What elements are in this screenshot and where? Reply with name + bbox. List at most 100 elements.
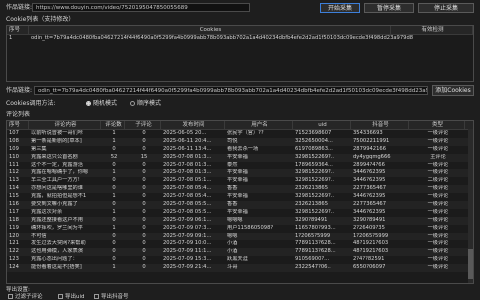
cell-reply-count: 1 [112,264,116,271]
col-type[interactable]: 类型 [409,121,465,129]
cell-sub-comment: 0 [142,256,146,263]
cell-douyin-id: 48?1921?603 [353,248,389,255]
cell-username: 平安幸福 [227,153,248,160]
table-row[interactable]: 108 第一条是新剧的[草本] 1 0 2025-06-11 20:4... 司悦 3252… [7,137,473,146]
comment-scrollbar-thumb[interactable] [468,249,473,279]
cell-type: 一级评论 [427,185,449,192]
table-row[interactable]: 110 克露来这只公首名剧 52 15 2025-07-08 01:3... 平安幸福 32… [7,153,473,162]
cell-index: 118 [9,216,19,223]
cell-username: 平安幸福 [227,169,248,176]
url-input[interactable]: https://www.douyin.com/video/75201950478… [32,3,250,12]
cell-sub-comment: 0 [142,201,146,208]
cell-index: 110 [9,153,19,160]
table-row[interactable]: 117 克露这次对余 1 0 2025-07-08 05:5... 平安幸福 3298152… [7,209,473,217]
table-row[interactable]: 124 能份看着这是不[捂笑] 1 0 2025-07-09 21:4... 斗哥 2322… [7,264,473,273]
cell-douyin-id: 354336693 [353,130,383,136]
cookie-col-index[interactable]: 序号 [7,26,29,34]
checkbox-icon [8,294,13,299]
col-sub-comment[interactable]: 子评论 [125,121,161,129]
table-row[interactable]: 123 克露心态出问题了： 0 0 2025-07-09 15:3... 跃黑天涯 9105… [7,256,473,264]
cookie-row[interactable]: 1 odin_tt=7b79a4dc0480fba04627214f44f649… [7,35,473,43]
stop-collect-button[interactable]: 停止采集 [418,3,474,13]
cell-time: 2025-06-11 13:4... [163,145,212,152]
cell-reply-count: 1 [112,169,116,176]
cell-type: 一级评论 [427,216,449,223]
filter-sub-comment-checkbox[interactable]: 过滤子评论 [8,294,43,300]
export-uid-checkbox[interactable]: 导出uid [58,294,85,300]
cell-reply-count: 1 [112,208,116,215]
cell-uid: 1165780?993... [295,224,336,231]
cell-uid: 1789659364... [295,161,333,168]
cell-index: 111 [9,161,19,168]
cell-type: 一级评论 [427,130,449,136]
table-row[interactable]: 114 亦想问这是啥哪里的谁 0 0 2025-07-08 05:4... 香香 23262… [7,185,473,194]
table-row[interactable]: 115 克露，就拍拍但是想不1 1 0 2025-07-08 05:4... 平安幸福 32… [7,193,473,201]
cell-time: 2025-07-08 01:3... [163,153,212,160]
cookie-row-value: odin_tt=7b79a4dc0480fba04627214f44f6490a… [31,35,414,41]
cell-type: 一级评论 [427,208,449,215]
cell-uid: 3298152269?.. [295,169,335,176]
export-douyin-id-checkbox[interactable]: 导出抖音号 [94,294,129,300]
cookie-col-valid[interactable]: 有效检测 [391,26,473,34]
start-collect-button[interactable]: 开始采集 [320,3,360,13]
cell-username: 平安幸福 [227,193,248,200]
cookie-input[interactable]: odin_tt=7b79a4dc0480fba04627214f44f6490a… [34,86,428,95]
cell-type: 一级评论 [427,232,449,239]
comment-scrollbar[interactable] [468,129,473,283]
col-username[interactable]: 用户名 [225,121,293,129]
cell-time: 2025-07-09 09:1... [163,232,212,239]
table-row[interactable]: 121 发生过去大突网?来帮助 0 0 2025-07-09 10:0... 小酒 7789… [7,240,473,248]
cell-type: 一级评论 [427,256,449,263]
cell-uid: 3298152269?.. [295,177,335,184]
table-row[interactable]: 116 要交到文嘛小克露了 0 0 2025-07-08 05:5... 香香 232621… [7,201,473,209]
cell-uid: 1?2065?5999 [295,232,331,239]
cell-reply-count: 1 [112,193,116,200]
col-reply-count[interactable]: 评论数 [101,121,125,129]
table-row[interactable]: 119 确环挥吹，罗兰间为平 1 0 2025-07-09 07:3... 用户11586… [7,225,473,233]
col-douyin-id[interactable]: 抖音号 [351,121,409,129]
checkbox-icon [58,294,63,299]
cell-content: 羊三全工具户一方方! [31,177,80,184]
col-time[interactable]: 发布时间 [161,121,225,129]
col-content[interactable]: 评论内容 [29,121,101,129]
cell-time: 2025-07-08 05:5... [163,208,212,215]
cell-content: 发生过去大突网?来帮助 [31,240,86,247]
table-row[interactable]: 122 这也用弹模，人家表演 0 0 2025-07-09 11:1... 小酒 77891… [7,248,473,257]
comment-table-header: 序号 评论内容 评论数 子评论 发布时间 用户名 uid 抖音号 类型 [7,121,473,130]
mode-random-radio[interactable]: 随机模式 [86,100,117,108]
cell-uid: 7789113?628... [295,240,336,247]
col-index[interactable]: 序号 [7,121,29,129]
cell-uid: 3252650004... [295,137,333,144]
cell-sub-comment: 0 [142,248,146,255]
cell-uid: 6197089863... [295,145,333,152]
cell-douyin-id: 2277365467 [353,185,387,192]
mode-label: Cookies调用方法: [6,100,56,107]
cell-douyin-id: 3446?62395 [353,208,386,215]
cell-douyin-id: 28994?4?66 [353,161,385,168]
cookie-col-cookies[interactable]: Cookies [29,26,391,34]
table-row[interactable]: 118 克露还整接看这户不用 0 0 2025-07-09 06:1... 嗯嗯嗯 3290… [7,216,473,225]
table-row[interactable]: 107 以前听说曾被一哥们咔 1 0 2025-06-05 20... 张民宇（官）?? 7… [7,130,473,138]
mode-sequential-radio[interactable]: 顺序模式 [130,100,161,108]
cell-douyin-id: 3446?62395 [353,169,386,176]
cell-douyin-id: 1?2065?5999 [353,232,389,239]
cell-time: 2025-07-09 11:1... [163,248,212,255]
cell-douyin-id: 75002211991 [353,137,390,144]
table-row[interactable]: 109 第三集 0 0 2025-06-11 13:4... 看我去杀一场 61970898… [7,146,473,154]
cell-type: 一级评论 [427,169,449,176]
cell-time: 2025-06-05 20... [163,130,207,136]
cell-username: 小酒 [227,240,238,247]
cell-sub-comment: 0 [142,145,146,152]
cell-username: 嗯嗯嗯 [227,216,243,223]
table-row[interactable]: 111 这个不一定，克露游活 0 0 2025-07-08 01:3... 泰然 17896… [7,162,473,170]
table-row[interactable]: 120 不可信 0 0 2025-07-09 09:1... 嗯嗯 1?2065?5999 1… [7,232,473,241]
table-row[interactable]: 112 克露在嗯嗯确乎了，你嗯 1 0 2025-07-08 01:3... 平安幸福 32… [7,169,473,178]
col-uid[interactable]: uid [293,121,351,129]
add-cookies-button[interactable]: 添加Cookies [432,85,474,96]
table-row[interactable]: 113 羊三全工具户一方方! 0 0 2025-07-08 05:1... 平安幸福 329… [7,177,473,185]
cell-content: 克露还整接看这户不用 [31,216,83,223]
cookie-list-title: Cookie列表（支持修改） [6,16,75,23]
pause-collect-button[interactable]: 暂停采集 [364,3,414,13]
cell-sub-comment: 0 [142,177,146,184]
cell-uid: 2326213865 [295,201,329,208]
